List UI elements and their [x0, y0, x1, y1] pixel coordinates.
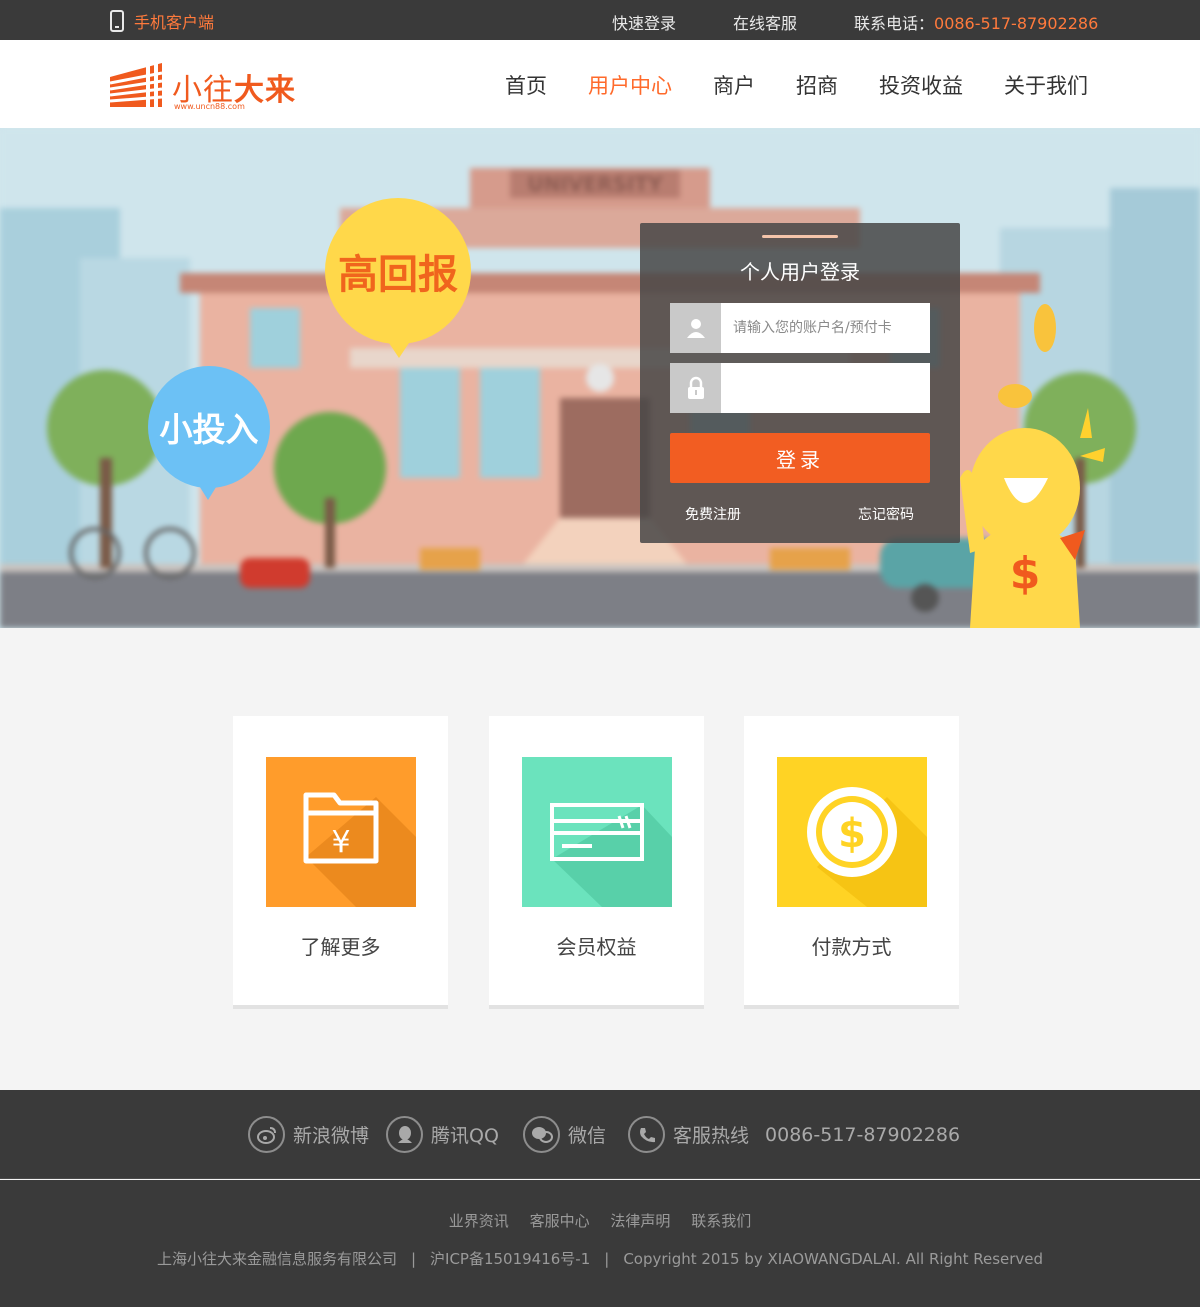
register-link[interactable]: 免费注册 [685, 504, 741, 524]
forgot-password-link[interactable]: 忘记密码 [858, 504, 914, 524]
separator: | [604, 1250, 610, 1268]
nav-merchant[interactable]: 商户 [713, 70, 755, 100]
username-input[interactable] [721, 303, 930, 353]
footer-links: 业界资讯 客服中心 法律声明 联系我们 [0, 1210, 1200, 1231]
mobile-client-link[interactable]: 手机客户端 [110, 9, 214, 33]
footer-link-service[interactable]: 客服中心 [530, 1212, 590, 1230]
phone-icon [628, 1116, 665, 1153]
folder-yen-icon: ¥ [266, 757, 416, 907]
username-field [670, 303, 930, 353]
wechat-label: 微信 [568, 1125, 607, 1147]
password-input[interactable] [721, 363, 930, 413]
weibo-icon [248, 1116, 285, 1153]
site-header: 小往大来 www.uncn88.com 首页 用户中心 商户 招商 投资收益 关… [0, 40, 1200, 128]
logo-building-icon [110, 57, 163, 107]
online-service-link[interactable]: 在线客服 [733, 10, 797, 34]
mascot-dollar-sign: $ [1010, 548, 1041, 599]
svg-text:$: $ [838, 811, 866, 857]
login-button[interactable]: 登录 [670, 433, 930, 483]
footer-link-news[interactable]: 业界资讯 [449, 1212, 509, 1230]
qq-link[interactable]: 腾讯QQ [386, 1116, 499, 1153]
logo-url: www.uncn88.com [174, 102, 245, 111]
footer-link-legal[interactable]: 法律声明 [610, 1212, 670, 1230]
mobile-phone-icon [110, 10, 124, 32]
separator: | [410, 1250, 417, 1268]
feature-label-learn-more: 了解更多 [300, 935, 381, 959]
contact-phone: 联系电话：0086-517-87902286 [854, 10, 1098, 34]
bubble-high-return: 高回报 [325, 198, 471, 358]
contact-phone-number: 0086-517-87902286 [934, 14, 1099, 33]
nav-home[interactable]: 首页 [505, 70, 547, 100]
nav-recruit[interactable]: 招商 [796, 70, 838, 100]
dollar-coin-icon: $ [777, 757, 927, 907]
hotline-number: 0086-517-87902286 [765, 1123, 961, 1146]
contact-phone-label: 联系电话： [854, 14, 935, 33]
feature-card-payment-methods[interactable]: $ 付款方式 [744, 716, 959, 1009]
svg-text:¥: ¥ [331, 825, 350, 860]
nav-investment[interactable]: 投资收益 [879, 70, 963, 100]
login-title: 个人用户登录 [740, 260, 860, 284]
copyright-line: 上海小往大来金融信息服务有限公司 | 沪ICP备15019416号-1 | Copyri… [0, 1248, 1200, 1269]
bubble-small-investment: 小投入 [148, 366, 270, 500]
main-nav: 首页 用户中心 商户 招商 投资收益 关于我们 [464, 70, 1088, 100]
mobile-client-label: 手机客户端 [134, 13, 215, 32]
nav-user-center[interactable]: 用户中心 [588, 70, 672, 100]
login-accent-bar [762, 235, 838, 238]
top-bar: 手机客户端 快速登录 在线客服 联系电话：0086-517-87902286 [0, 0, 1200, 40]
hero-banner: UNIVERSITY 高回报 小投入 $ 个人用户登录 请输入您的账户名/预付卡… [0, 128, 1200, 628]
mascot-illustration: $ [960, 304, 1105, 628]
feature-label-payment-methods: 付款方式 [811, 935, 892, 959]
quick-login-link[interactable]: 快速登录 [612, 10, 676, 34]
card-icon [522, 757, 672, 907]
footer-social-bar: 新浪微博 腾讯QQ 微信 客服热线 0086-517-87902286 [0, 1090, 1200, 1179]
site-logo[interactable]: 小往大来 www.uncn88.com [110, 55, 310, 115]
company-name: 上海小往大来金融信息服务有限公司 [156, 1250, 397, 1268]
qq-icon [386, 1116, 423, 1153]
user-icon [670, 303, 721, 353]
footer-bottom: 业界资讯 客服中心 法律声明 联系我们 上海小往大来金融信息服务有限公司 | 沪IC… [0, 1180, 1200, 1307]
icp-number: 沪ICP备15019416号-1 [430, 1250, 591, 1268]
login-panel: 个人用户登录 登录 免费注册 忘记密码 [640, 223, 960, 543]
feature-card-member-benefits[interactable]: 会员权益 [489, 716, 704, 1009]
password-field [670, 363, 930, 413]
feature-label-member-benefits: 会员权益 [556, 935, 637, 959]
hotline-label: 客服热线 [673, 1125, 750, 1147]
copyright-text: Copyright 2015 by XIAOWANGDALAI. All Rig… [623, 1250, 1044, 1268]
weibo-label: 新浪微博 [293, 1125, 370, 1147]
lock-icon [670, 363, 721, 413]
building-sign: UNIVERSITY [528, 172, 663, 196]
weibo-link[interactable]: 新浪微博 [248, 1116, 369, 1153]
hotline[interactable]: 客服热线 0086-517-87902286 [628, 1116, 960, 1153]
wechat-link[interactable]: 微信 [523, 1116, 606, 1153]
qq-label: 腾讯QQ [431, 1125, 499, 1147]
nav-about[interactable]: 关于我们 [1004, 70, 1088, 100]
footer-link-contact[interactable]: 联系我们 [691, 1212, 751, 1230]
feature-card-learn-more[interactable]: ¥ 了解更多 [233, 716, 448, 1009]
wechat-icon [523, 1116, 560, 1153]
